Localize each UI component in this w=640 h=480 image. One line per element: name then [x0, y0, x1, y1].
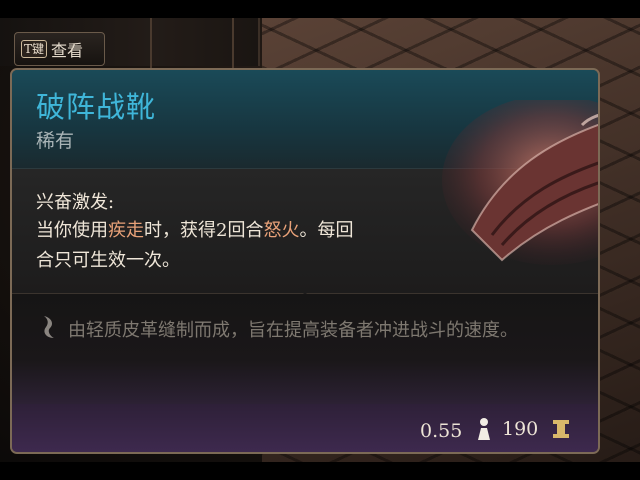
effect-description: 当你使用疾走时，获得2回合怒火。每回 合只可生效一次。 — [36, 216, 436, 276]
lore-section — [12, 294, 598, 404]
effect-text-part: 。每回 — [299, 220, 354, 241]
gold-coin-icon — [553, 420, 569, 438]
weight-icon — [478, 418, 490, 440]
inspect-key-hint[interactable]: T键 查看 — [14, 32, 105, 66]
gold-value: 190 — [502, 418, 539, 440]
background-frame-line — [150, 18, 152, 68]
effect-text-part: 合只可生效一次。 — [36, 250, 180, 271]
lore-text: 由轻质皮革缝制而成，旨在提高装备者冲进战斗的速度。 — [68, 320, 518, 341]
item-tooltip: 破阵战靴 稀有 兴奋激发: 当你使用疾走时，获得2回合怒火。每回 合只可生效一次… — [10, 68, 600, 454]
game-scene: T键 查看 破阵战靴 稀有 兴奋激发: 当你使用疾走时，获得2回合怒火。每回 合… — [0, 0, 640, 480]
background-frame-line — [232, 18, 234, 68]
weight-value: 0.55 — [420, 420, 463, 442]
bottom-bar — [0, 462, 640, 480]
quill-icon — [44, 316, 54, 338]
keyword-dash[interactable]: 疾走 — [108, 220, 144, 241]
effect-text-part: 时，获得2回合 — [144, 220, 264, 241]
boots-icon — [442, 100, 598, 265]
keyword-rage[interactable]: 怒火 — [263, 220, 299, 241]
keycap-icon: T键 — [21, 40, 48, 58]
inspect-label: 查看 — [51, 41, 84, 60]
item-rarity: 稀有 — [36, 130, 75, 152]
effect-title: 兴奋激发: — [36, 192, 115, 213]
item-name: 破阵战靴 — [36, 90, 157, 124]
effect-text-part: 当你使用 — [36, 220, 108, 241]
